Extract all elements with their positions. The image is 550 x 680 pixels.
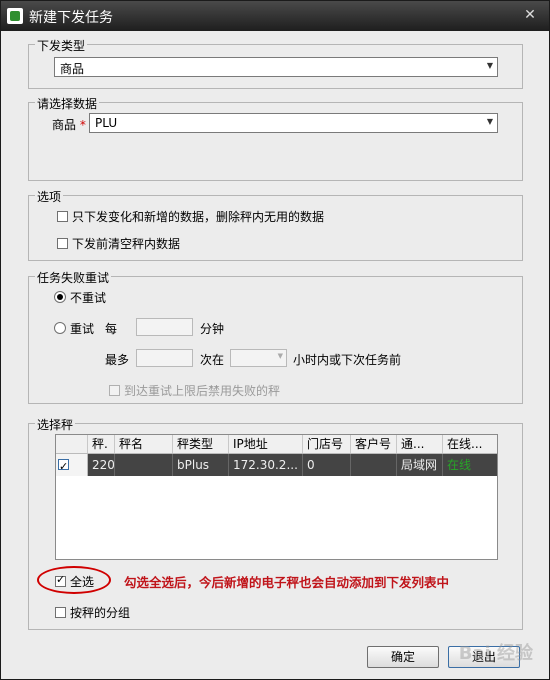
scales-legend: 选择秤 (35, 416, 76, 433)
header-select (56, 435, 88, 453)
dispatch-type-legend: 下发类型 (35, 37, 88, 54)
chevron-down-icon: ▼ (277, 352, 283, 360)
cell-type: bPlus (173, 454, 229, 476)
column-header[interactable]: 在线... (443, 435, 497, 453)
retry-interval-input[interactable] (136, 318, 193, 336)
cell-conn: 局域网 (397, 454, 443, 476)
cell-name (115, 454, 173, 476)
column-header[interactable]: 通... (397, 435, 443, 453)
watermark-logo: Bai 经验 (458, 643, 533, 664)
title-bar[interactable]: 新建下发任务 ✕ (1, 1, 549, 31)
times-in-label: 次在 (200, 353, 225, 367)
disable-failed-checkbox[interactable] (109, 385, 120, 396)
clear-before-label: 下发前清空秤内数据 (72, 237, 181, 251)
minutes-label: 分钟 (200, 322, 225, 336)
cell-ip: 172.30.2... (229, 454, 303, 476)
retry-label: 重试 (70, 322, 95, 336)
table-header: 秤. 秤名 秤类型 IP地址 门店号 客户号 通... 在线... (56, 435, 497, 454)
select-data-legend: 请选择数据 (35, 95, 100, 112)
app-icon (7, 8, 23, 24)
column-header[interactable]: 门店号 (303, 435, 351, 453)
retry-legend: 任务失败重试 (35, 269, 112, 286)
no-retry-label: 不重试 (70, 291, 107, 305)
every-label: 每 (105, 322, 118, 336)
column-header[interactable]: 客户号 (351, 435, 397, 453)
group-by-label: 按秤的分组 (70, 606, 131, 620)
product-label: 商品 * (52, 118, 86, 132)
row-checkbox[interactable] (58, 456, 69, 476)
product-select[interactable]: PLU ▼ (89, 113, 498, 133)
at-most-label: 最多 (105, 353, 130, 367)
hours-suffix-label: 小时内或下次任务前 (293, 353, 402, 367)
column-header[interactable]: 秤类型 (173, 435, 229, 453)
annotation-text: 勾选全选后，今后新增的电子秤也会自动添加到下发列表中 (124, 575, 450, 590)
scales-table[interactable]: 秤. 秤名 秤类型 IP地址 门店号 客户号 通... 在线... 220 bP… (55, 434, 498, 560)
chevron-down-icon: ▼ (486, 61, 493, 70)
retry-count-input[interactable] (136, 349, 193, 367)
hours-select[interactable]: ▼ (230, 349, 287, 367)
only-changed-label: 只下发变化和新增的数据，删除秤内无用的数据 (72, 210, 325, 224)
ok-button[interactable]: 确定 (367, 646, 439, 668)
clear-before-checkbox[interactable] (57, 238, 68, 249)
column-header[interactable]: 秤名 (115, 435, 173, 453)
row-select-cell[interactable] (56, 454, 88, 476)
column-header[interactable]: 秤. (88, 435, 115, 453)
only-changed-checkbox[interactable] (57, 211, 68, 222)
options-legend: 选项 (35, 188, 64, 205)
group-by-checkbox[interactable] (55, 607, 66, 618)
dialog-window: 新建下发任务 ✕ 下发类型 商品 ▼ 请选择数据 商品 * PLU ▼ 选项 只… (0, 0, 550, 680)
dispatch-type-value: 商品 (60, 62, 85, 76)
cell-num: 220 (88, 454, 115, 476)
no-retry-radio[interactable] (54, 291, 66, 303)
required-mark: * (79, 118, 86, 132)
table-row[interactable]: 220 bPlus 172.30.2... 0 局域网 在线 (56, 454, 497, 476)
dispatch-type-select[interactable]: 商品 ▼ (54, 57, 498, 77)
cell-online: 在线 (447, 458, 472, 472)
window-title: 新建下发任务 (29, 10, 113, 26)
product-value: PLU (95, 116, 118, 130)
cell-customer (351, 454, 397, 476)
close-icon[interactable]: ✕ (519, 5, 541, 25)
retry-radio[interactable] (54, 322, 66, 334)
annotation-circle (37, 566, 111, 594)
column-header[interactable]: IP地址 (229, 435, 303, 453)
chevron-down-icon: ▼ (486, 117, 493, 126)
disable-failed-label: 到达重试上限后禁用失败的秤 (124, 384, 281, 398)
cell-store: 0 (303, 454, 351, 476)
